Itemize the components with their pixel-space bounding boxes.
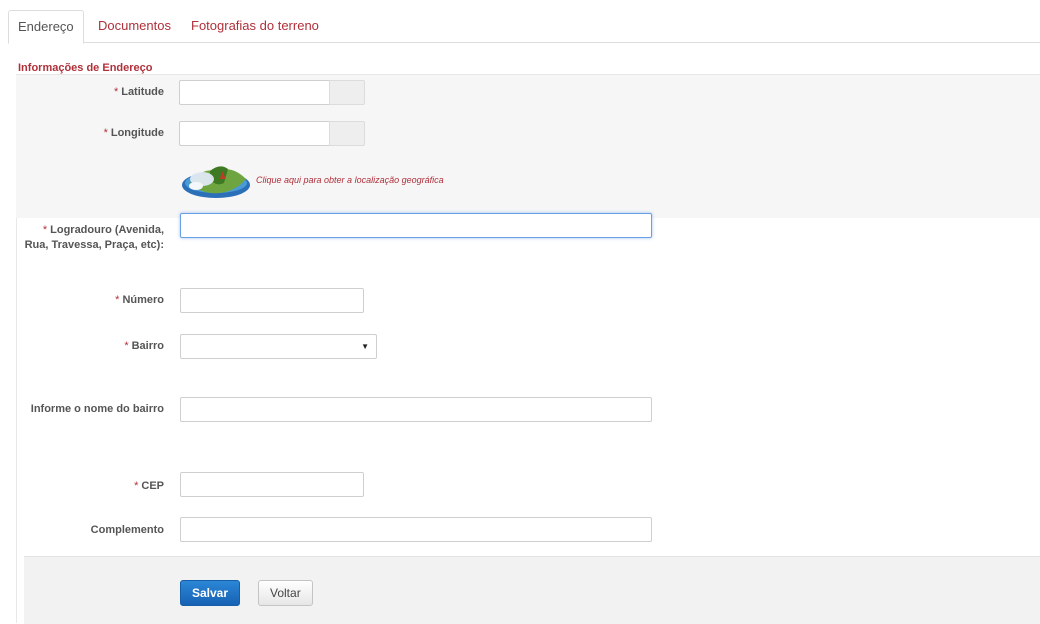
map-icon <box>182 166 250 198</box>
required-marker: * <box>113 86 119 98</box>
required-marker: * <box>134 480 139 492</box>
bairro-nome-label: Informe o nome do bairro <box>30 403 164 415</box>
back-button[interactable]: Voltar <box>258 580 313 606</box>
cep-label-text: CEP <box>141 480 164 492</box>
required-marker: * <box>42 224 48 236</box>
required-marker: * <box>115 294 120 306</box>
bairro-select[interactable]: ▼ <box>180 334 377 359</box>
form-actions: Salvar Voltar <box>24 556 1040 624</box>
cep-input[interactable] <box>180 472 364 497</box>
longitude-label-text: Longitude <box>110 127 164 139</box>
complemento-input[interactable] <box>180 517 652 542</box>
save-button[interactable]: Salvar <box>180 580 241 606</box>
numero-input[interactable] <box>180 288 364 313</box>
latitude-input[interactable] <box>179 80 329 105</box>
address-form: Informações de Endereço * Latitude * Longi… <box>8 58 1040 624</box>
tab-bar: Endereço Documentos Fotografias do terre… <box>8 6 1040 44</box>
cep-label: * CEP <box>68 479 164 494</box>
caret-down-icon: ▼ <box>361 342 369 351</box>
latitude-label: * Latitude <box>68 85 164 100</box>
required-marker: * <box>103 127 108 139</box>
logradouro-input[interactable] <box>180 213 652 238</box>
numero-label: * Número <box>68 293 164 308</box>
tab-endereco[interactable]: Endereço <box>8 10 84 44</box>
logradouro-label: * Logradouro (Avenida, Rua, Travessa, Pra… <box>18 223 164 253</box>
numero-label-text: Número <box>122 294 164 306</box>
coordinates-panel <box>16 75 1040 218</box>
bairro-label: * Bairro <box>68 339 164 354</box>
complemento-label: Complemento <box>90 524 164 536</box>
geolocation-link-text: Clique aqui para obter a localização geo… <box>256 175 444 185</box>
required-marker: * <box>124 340 129 352</box>
legend-divider <box>16 74 1040 75</box>
tab-documentos[interactable]: Documentos <box>98 10 171 42</box>
bairro-nome-input[interactable] <box>180 397 652 422</box>
longitude-addon <box>329 121 365 146</box>
latitude-addon <box>329 80 365 105</box>
bairro-label-text: Bairro <box>131 340 164 352</box>
form-left-border <box>16 218 17 623</box>
latitude-label-text: Latitude <box>121 86 164 98</box>
longitude-label: * Longitude <box>68 126 164 141</box>
section-legend: Informações de Endereço <box>18 62 153 74</box>
tab-fotografias[interactable]: Fotografias do terreno <box>191 10 319 42</box>
longitude-input[interactable] <box>179 121 329 146</box>
